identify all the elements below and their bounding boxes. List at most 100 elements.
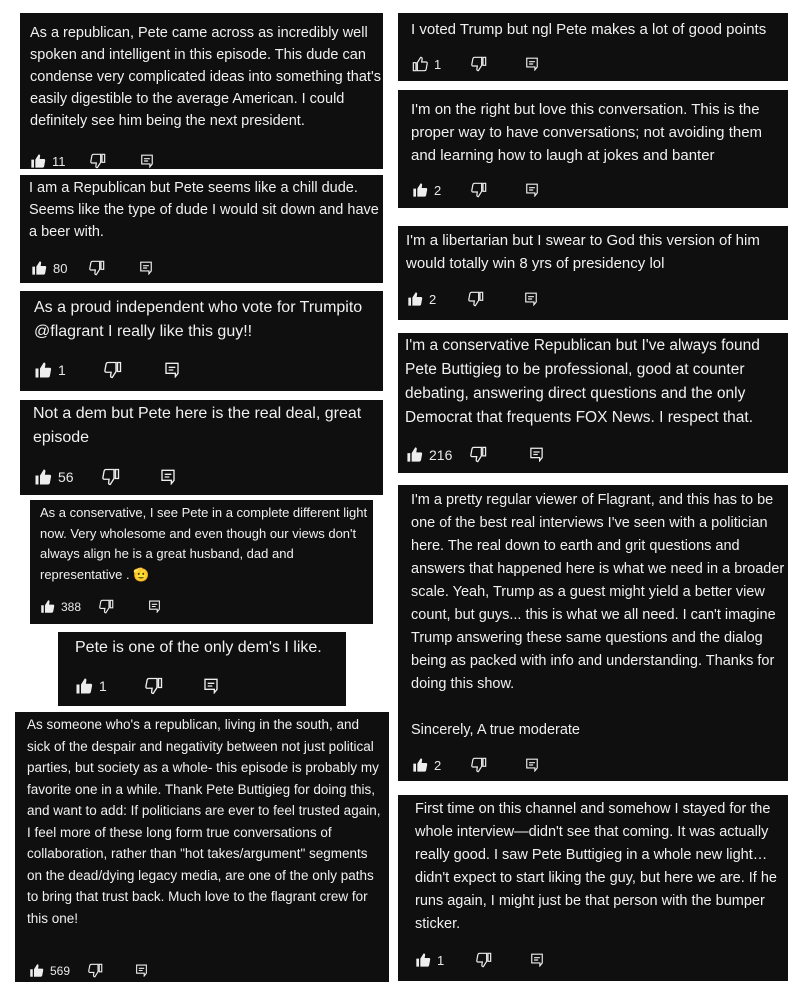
like-count: 1 [434,56,442,72]
thumbs-down-icon [88,963,103,978]
like-count: 2 [429,291,437,307]
comment-text: Pete is one of the only dem's I like. [75,639,322,656]
reply-icon [140,261,153,275]
reply-icon [204,678,218,694]
like-button[interactable]: 1 [34,361,66,379]
thumbs-down-icon [89,260,105,276]
thumbs-down-icon [104,361,121,379]
like-count: 216 [429,446,453,463]
dislike-button[interactable] [471,182,487,198]
comment-text: First time on this channel and somehow I… [415,801,777,932]
comment-text: As a conservative, I see Pete in a compl… [40,505,368,582]
reply-icon [531,953,544,967]
like-button[interactable]: 2 [412,182,441,198]
reply-button[interactable] [525,758,539,772]
thumbs-down-icon [89,153,105,169]
comment-text: I'm on the right but love this conversat… [411,101,763,164]
reply-icon [526,57,539,71]
comment-card: As a proud independent who vote for Trum… [20,291,383,391]
like-count: 80 [53,260,68,276]
comment-card: First time on this channel and somehow I… [398,795,788,981]
reply-button[interactable] [139,261,153,275]
thumbs-down-icon [471,757,487,773]
reply-button[interactable] [525,183,539,197]
like-button[interactable]: 80 [31,260,67,276]
reply-button[interactable] [135,964,148,977]
dislike-button[interactable] [101,468,120,486]
like-count: 56 [58,469,74,485]
dislike-button[interactable] [88,963,103,978]
thumbs-up-icon [35,362,52,378]
like-count: 1 [99,678,107,694]
like-button[interactable]: 569 [29,963,70,978]
reply-button[interactable] [160,469,176,485]
thumbs-up-icon [408,292,423,306]
reply-button[interactable] [525,57,539,71]
thumbs-up-icon [413,758,428,772]
comment-text: Not a dem but Pete here is the real deal… [33,405,362,446]
thumbs-down-icon [471,182,487,198]
like-count: 11 [52,153,66,169]
thumbs-up-icon [31,154,46,168]
dislike-button[interactable] [99,599,114,614]
comment-text: I am a Republican but Pete seems like a … [29,180,379,240]
like-button[interactable]: 2 [412,757,441,773]
reply-icon [160,469,175,485]
dislike-button[interactable] [471,56,487,72]
comment-card: I voted Trump but ngl Pete makes a lot o… [398,13,788,81]
comment-signature: Sincerely, A true moderate [411,722,580,738]
like-button[interactable]: 2 [407,291,436,307]
reply-button[interactable] [524,292,538,306]
dislike-button[interactable] [471,757,487,773]
like-button[interactable]: 216 [406,446,452,463]
dislike-button[interactable] [104,361,122,379]
thumbs-up-icon [76,678,93,694]
dislike-button[interactable] [89,260,105,276]
like-count: 2 [434,757,442,773]
like-button[interactable]: 1 [415,952,444,968]
comment-text: As a republican, Pete came across as inc… [30,25,381,129]
like-button[interactable]: 56 [34,468,74,486]
reply-button[interactable] [529,447,544,462]
dislike-button[interactable] [476,952,492,968]
thumbs-up-icon [407,447,423,462]
reply-icon [526,758,539,772]
thumbs-down-icon [468,291,484,307]
reply-button[interactable] [148,600,161,613]
like-button[interactable]: 11 [30,153,66,169]
reply-button[interactable] [203,678,219,694]
comment-text: As someone who's a republican, living in… [27,717,381,926]
like-count: 388 [61,599,82,614]
like-button[interactable]: 1 [75,677,107,695]
comment-card: Not a dem but Pete here is the real deal… [20,400,383,495]
reply-button[interactable] [530,953,544,967]
comment-text: I'm a libertarian but I swear to God thi… [406,232,760,272]
thumbs-down-icon [101,468,119,486]
like-count: 1 [58,362,66,378]
dislike-button[interactable] [468,291,484,307]
dislike-button[interactable] [470,446,487,463]
like-button[interactable]: 388 [40,599,81,614]
reply-icon [140,154,153,168]
thumbs-up-icon [413,183,428,197]
thumbs-down-icon [471,56,487,72]
comment-card: I'm on the right but love this conversat… [398,90,788,208]
reply-button[interactable] [140,154,154,168]
reply-icon [526,183,539,197]
comment-text: I'm a conservative Republican but I've a… [405,337,760,426]
thumbs-down-icon [476,952,492,968]
comment-card: Pete is one of the only dem's I like. 1 [58,632,346,706]
dislike-button[interactable] [89,153,106,169]
reply-icon [530,447,544,462]
comment-card: I am a Republican but Pete seems like a … [20,175,383,283]
like-button[interactable]: 1 [412,56,441,72]
like-count: 569 [50,963,71,978]
comment-text: I'm a pretty regular viewer of Flagrant,… [411,492,785,692]
dislike-button[interactable] [145,677,163,695]
like-count: 1 [437,952,445,968]
thumbs-up-icon [35,469,52,485]
comment-card: I'm a pretty regular viewer of Flagrant,… [398,485,788,781]
thumbs-up-icon [32,261,47,275]
thumbs-up-icon [30,964,44,977]
reply-button[interactable] [164,362,180,378]
